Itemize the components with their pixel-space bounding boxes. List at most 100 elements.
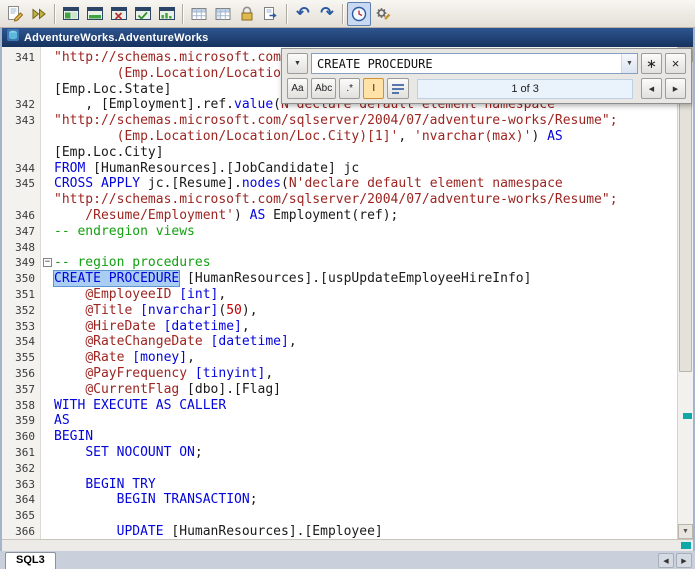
selection-only-button[interactable]: I [363,78,384,99]
code-token: ; [250,492,258,507]
vertical-scrollbar[interactable]: ▲ ▼ [677,47,693,539]
code-token [54,366,85,381]
code-pane[interactable]: 341"http://schemas.microsoft.com/sqlserv… [2,47,677,539]
highlight-all-button[interactable] [387,78,409,99]
code-text [54,508,677,524]
code-token [54,492,117,507]
code-line: 358WITH EXECUTE AS CALLER [2,398,677,414]
window-titlebar[interactable]: AdventureWorks.AdventureWorks [2,28,693,47]
scrollbar-thumb[interactable] [679,62,692,372]
match-case-button[interactable]: Aa [287,78,308,99]
code-line: 366 UPDATE [HumanResources].[Employee] [2,524,677,539]
fold-margin [41,477,54,493]
fold-margin [41,192,54,208]
code-token: AS [250,208,266,223]
code-text: BEGIN [54,429,677,445]
line-number: 366 [2,524,41,539]
search-input[interactable] [312,57,621,71]
code-text: UPDATE [HumanResources].[Employee] [54,524,677,539]
code-token: "http://schemas.microsoft.com/sqlserver/… [54,113,618,128]
combo-dropdown-icon[interactable]: ▼ [621,54,637,73]
redo-button[interactable]: ↷ [315,2,339,26]
save-search-button[interactable]: ∗ [641,53,662,74]
right-arrow-icon: ▶ [673,85,678,93]
execute-query-button[interactable] [27,2,51,26]
show-message-window-button[interactable] [131,2,155,26]
regex-button[interactable]: .* [339,78,360,99]
browse-data-grid-button[interactable] [187,2,211,26]
find-next-button[interactable]: ▶ [665,78,686,99]
show-result-window-button[interactable] [83,2,107,26]
document-icon [6,28,20,47]
code-text: @EmployeeID [int], [54,287,677,303]
code-token: BEGIN TRANSACTION [117,492,250,507]
find-previous-button[interactable]: ◀ [641,78,662,99]
fold-margin [41,445,54,461]
code-line: 361 SET NOCOUNT ON; [2,445,677,461]
code-token [54,524,117,539]
line-number: 349 [2,255,41,271]
line-number: 362 [2,461,41,477]
search-match-marker-corner [681,542,691,549]
tab-scroll-left-button[interactable]: ◀ [658,553,674,568]
sql-editor: 341"http://schemas.microsoft.com/sqlserv… [2,47,693,539]
code-line: 359AS [2,413,677,429]
code-token: -- region procedures [54,255,211,270]
code-text: CREATE PROCEDURE [HumanResources].[uspUp… [54,271,677,287]
code-token: N'declare default element namespace [289,176,563,191]
undo-button[interactable]: ↶ [291,2,315,26]
lock-rows-button[interactable] [235,2,259,26]
fold-margin [41,366,54,382]
code-line: 364 BEGIN TRANSACTION; [2,492,677,508]
options-button[interactable] [371,2,395,26]
new-sql-editor-button[interactable] [3,2,27,26]
line-number [2,82,41,98]
horizontal-scrollbar[interactable] [2,539,693,551]
show-chart-window-button[interactable] [155,2,179,26]
down-arrow-icon: ▼ [682,528,689,535]
code-line: "http://schemas.microsoft.com/sqlserver/… [2,192,677,208]
whole-word-button[interactable]: Abc [311,78,336,99]
code-text: BEGIN TRANSACTION; [54,492,677,508]
code-token: @Title [85,303,132,318]
code-line: 357 @CurrentFlag [dbo].[Flag] [2,382,677,398]
code-token [156,319,164,334]
tab-scroll-right-button[interactable]: ▶ [676,553,692,568]
asterisk-icon: ∗ [646,59,657,69]
scrollbar-track[interactable] [678,62,693,524]
line-number [2,129,41,145]
code-token: @RateChangeDate [85,334,202,349]
code-token: [Emp.Loc.State] [54,82,171,97]
line-number: 352 [2,303,41,319]
code-token: @EmployeeID [85,287,171,302]
code-token: Employment(ref); [265,208,398,223]
fold-toggle[interactable]: − [43,258,52,267]
code-line: [Emp.Loc.City] [2,145,677,161]
redo-arrow-icon: ↷ [320,6,333,22]
fold-margin [41,97,54,113]
fold-margin [41,208,54,224]
query-data-grid-button[interactable] [211,2,235,26]
fold-margin [41,129,54,145]
tab-sql3[interactable]: SQL3 [5,552,56,569]
match-counter: 1 of 3 [417,79,633,99]
code-token [54,477,85,492]
code-token: AS [547,129,563,144]
code-line: 362 [2,461,677,477]
fold-margin [41,334,54,350]
execution-timer-button[interactable] [347,2,371,26]
fold-margin [41,224,54,240]
code-token: @PayFrequency [85,366,187,381]
show-split-results-button[interactable] [59,2,83,26]
code-text: AS [54,413,677,429]
export-data-button[interactable] [259,2,283,26]
close-result-window-button[interactable] [107,2,131,26]
line-number: 364 [2,492,41,508]
close-find-button[interactable]: × [665,53,686,74]
code-token: ), [242,303,258,318]
find-mode-button[interactable]: ▼ [287,53,308,74]
scroll-down-button[interactable]: ▼ [678,524,693,539]
code-token [132,303,140,318]
code-token: @HireDate [85,319,155,334]
code-token: 'nvarchar(max)' [414,129,531,144]
